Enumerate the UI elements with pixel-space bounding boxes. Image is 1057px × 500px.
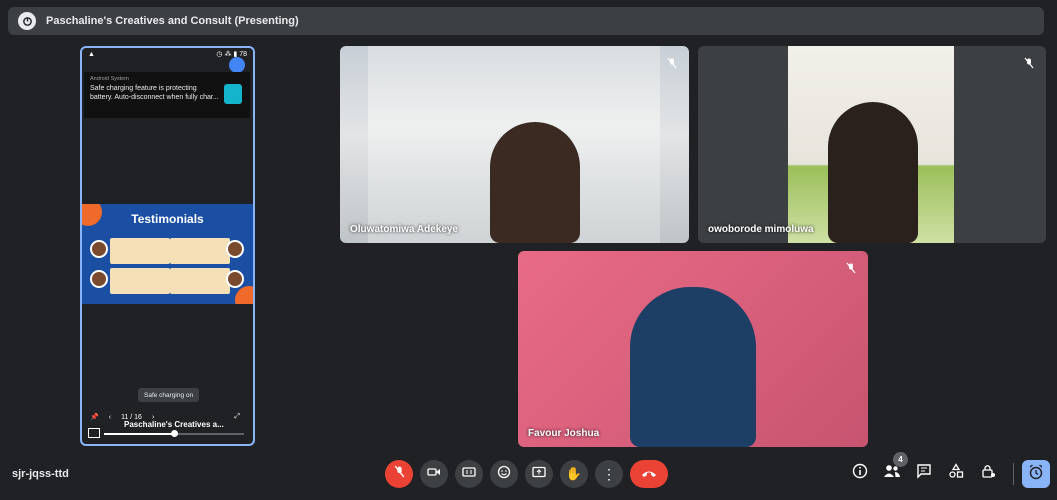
timer-button[interactable] [1022, 460, 1050, 488]
raise-hand-button[interactable]: ✋ [560, 460, 588, 488]
phone-status-bar: ▲ ◷ ⁂ ▮ 78 [88, 50, 247, 59]
testimonial-avatar [90, 240, 108, 258]
testimonial-avatar [226, 270, 244, 288]
present-button[interactable] [525, 460, 553, 488]
prev-slide-icon[interactable]: ‹ [109, 414, 111, 421]
info-icon [852, 463, 868, 484]
participant-avatar [828, 102, 918, 243]
hand-icon: ✋ [565, 466, 583, 481]
participant-name: Oluwatomiwa Adekeye [350, 224, 458, 235]
testimonial-avatar [90, 270, 108, 288]
mic-off-icon [1020, 54, 1038, 72]
captions-icon [462, 465, 476, 483]
progress-fill [104, 433, 174, 435]
presentation-icon [18, 12, 36, 30]
video-icon [427, 465, 441, 483]
raise-audio-icon [229, 57, 245, 73]
android-notification: Android System Safe charging feature is … [84, 72, 250, 118]
microphone-button[interactable] [385, 460, 413, 488]
end-call-icon [641, 465, 657, 483]
meeting-details-button[interactable] [849, 462, 871, 484]
mic-off-icon [393, 465, 406, 483]
shapes-icon [948, 462, 964, 484]
testimonial-card [170, 268, 230, 294]
toolbar-divider [1013, 463, 1014, 485]
reactions-button[interactable] [490, 460, 518, 488]
testimonial-avatar [226, 240, 244, 258]
captions-button[interactable] [455, 460, 483, 488]
mic-off-icon [663, 54, 681, 72]
testimonial-card [110, 238, 170, 264]
slide-decoration [235, 286, 253, 304]
charging-toast: Safe charging on [138, 388, 200, 402]
presenter-name: Paschaline's Creatives a... [124, 420, 224, 429]
lock-person-icon [980, 463, 996, 484]
pin-icon[interactable]: 📌 [90, 413, 99, 421]
notification-app-name: Android System [90, 76, 129, 82]
shield-icon [224, 84, 242, 104]
slide-heading: Testimonials [131, 212, 204, 226]
more-options-button[interactable]: ⋮ [595, 460, 623, 488]
chat-icon [916, 463, 932, 484]
progress-knob[interactable] [171, 430, 178, 437]
host-controls-button[interactable] [977, 462, 999, 484]
presentation-title: Paschaline's Creatives and Consult (Pres… [46, 15, 299, 27]
slide: Testimonials [82, 204, 253, 304]
alarm-clock-icon [1028, 463, 1044, 485]
participant-tile[interactable]: Favour Joshua [518, 251, 868, 447]
presentation-banner: Paschaline's Creatives and Consult (Pres… [8, 7, 1044, 35]
more-vert-icon: ⋮ [602, 466, 616, 482]
participant-name: owoborode mimoluwa [708, 224, 814, 235]
participant-avatar [630, 287, 756, 447]
participant-tile[interactable]: Oluwatomiwa Adekeye [340, 46, 689, 243]
emoji-icon [497, 465, 511, 484]
chat-button[interactable] [913, 462, 935, 484]
participant-name: Favour Joshua [528, 428, 600, 439]
presentation-progress[interactable] [104, 430, 244, 437]
leave-call-button[interactable] [630, 460, 668, 488]
mic-off-icon [842, 259, 860, 277]
activities-button[interactable] [945, 462, 967, 484]
camera-button[interactable] [420, 460, 448, 488]
testimonial-card [110, 268, 170, 294]
expand-icon[interactable]: ⤢ [234, 413, 240, 421]
minimize-icon[interactable] [88, 428, 100, 438]
present-screen-icon [532, 465, 546, 483]
participant-tile[interactable]: owoborode mimoluwa [698, 46, 1046, 243]
participant-avatar [490, 122, 580, 243]
presentation-tile[interactable]: ▲ ◷ ⁂ ▮ 78 Android System Safe charging f… [80, 46, 255, 446]
meeting-code: sjr-jqss-ttd [12, 468, 69, 480]
notification-message: Safe charging feature is protecting batt… [90, 85, 219, 101]
people-count-badge: 4 [893, 452, 908, 467]
testimonial-card [170, 238, 230, 264]
